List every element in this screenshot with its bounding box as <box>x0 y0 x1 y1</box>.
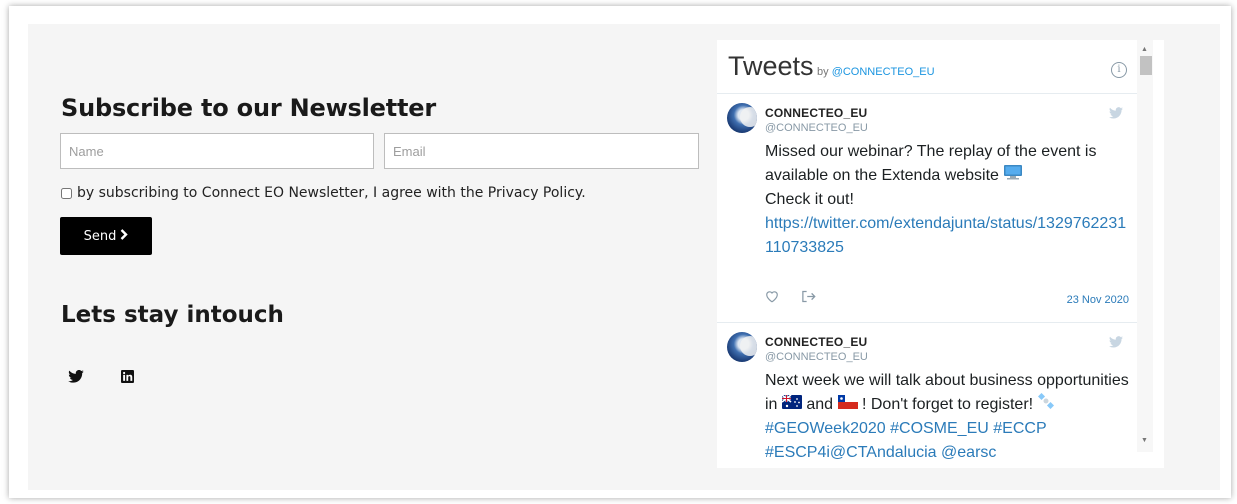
info-icon[interactable]: i <box>1111 62 1127 78</box>
tweet-author-handle[interactable]: @CONNECTEO_EU <box>765 122 868 134</box>
tweet[interactable]: CONNECTEO_EU @CONNECTEO_EU Missed our we… <box>717 94 1137 323</box>
tweet-text-line: Check it out! <box>765 191 854 209</box>
tweet-text-part: ! Don't forget to register! <box>861 396 1034 414</box>
timeline-scrollbar[interactable] <box>1137 40 1153 452</box>
tweet-actions <box>765 290 816 308</box>
byline-prefix: by <box>817 66 832 78</box>
scroll-down-arrow-icon[interactable]: ▼ <box>1141 437 1148 444</box>
byline-handle[interactable]: @CONNECTEO_EU <box>832 66 935 78</box>
timeline-title: Tweets <box>728 51 814 81</box>
twitter-link[interactable] <box>65 368 87 390</box>
twitter-icon <box>68 369 84 388</box>
tweet-text-part: and <box>806 396 834 414</box>
twitter-timeline[interactable]: Tweets by @CONNECTEO_EU i CONNECTEO_EU @… <box>717 40 1164 468</box>
newsletter-title: Subscribe to our Newsletter <box>61 94 437 122</box>
linkedin-link[interactable] <box>116 368 138 390</box>
twitter-bird-icon[interactable] <box>1109 106 1123 120</box>
scrollbar-thumb[interactable] <box>1140 56 1152 75</box>
scroll-up-arrow-icon[interactable]: ▲ <box>1141 46 1148 53</box>
consent-checkbox[interactable] <box>61 187 72 199</box>
send-button-label: Send <box>83 228 117 244</box>
consent-row[interactable]: by subscribing to Connect EO Newsletter,… <box>61 185 586 201</box>
tweet-text-line: Missed our webinar? The replay of the ev… <box>765 143 1097 185</box>
tweet-author-handle[interactable]: @CONNECTEO_EU <box>765 351 868 363</box>
tweet-text: Missed our webinar? The replay of the ev… <box>765 140 1131 260</box>
tweet-author-name[interactable]: CONNECTEO_EU <box>765 335 867 349</box>
tweet[interactable]: CONNECTEO_EU @CONNECTEO_EU Next week we … <box>717 323 1137 468</box>
heart-icon[interactable] <box>765 290 779 308</box>
tweet-date[interactable]: 23 Nov 2020 <box>1067 294 1129 306</box>
tweet-text: Next week we will talk about business op… <box>765 369 1131 465</box>
social-title: Lets stay intouch <box>61 302 284 328</box>
send-button[interactable]: Send <box>60 217 152 255</box>
computer-emoji-icon <box>1003 164 1023 188</box>
chile-flag-icon <box>837 393 858 417</box>
tweet-link[interactable]: https://twitter.com/extendajunta/status/… <box>765 215 1126 256</box>
satellite-emoji-icon <box>1037 392 1054 417</box>
tweet-hashtags[interactable]: #GEOWeek2020 #COSME_EU <box>765 420 989 437</box>
avatar[interactable] <box>727 332 757 362</box>
chevron-right-icon <box>120 228 129 244</box>
email-input[interactable] <box>384 133 699 169</box>
avatar[interactable] <box>727 103 757 133</box>
australia-flag-icon <box>781 393 802 417</box>
tweet-author-name[interactable]: CONNECTEO_EU <box>765 106 867 120</box>
name-input[interactable] <box>60 133 374 169</box>
timeline-byline: by @CONNECTEO_EU <box>817 66 935 78</box>
timeline-header: Tweets by @CONNECTEO_EU i <box>717 40 1137 94</box>
footer-panel: Subscribe to our Newsletter by subscribi… <box>28 24 1220 490</box>
share-icon[interactable] <box>801 290 816 308</box>
twitter-bird-icon[interactable] <box>1109 335 1123 349</box>
linkedin-icon <box>120 370 134 388</box>
consent-label: by subscribing to Connect EO Newsletter,… <box>77 185 586 201</box>
